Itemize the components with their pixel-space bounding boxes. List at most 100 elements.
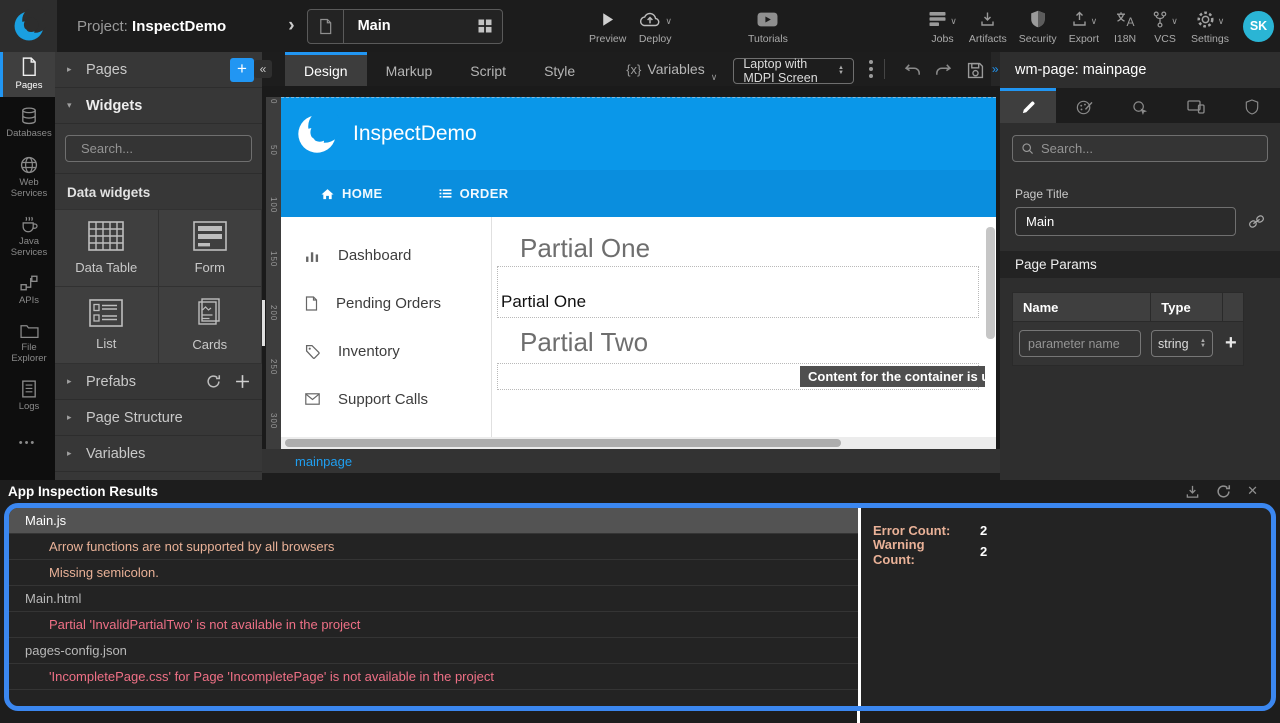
tab-style[interactable]: Style: [525, 52, 594, 86]
hscroll-thumb[interactable]: [285, 439, 841, 447]
deploy-button[interactable]: ∨ Deploy: [632, 0, 678, 52]
editor-area: Design Markup Script Style {x} Variables…: [262, 52, 1000, 473]
tab-security[interactable]: [1224, 88, 1280, 123]
sidebar-item-databases[interactable]: Databases: [0, 102, 55, 146]
export-button[interactable]: ∨ Export: [1063, 0, 1105, 52]
menu-item-pending-orders[interactable]: Pending Orders: [281, 279, 491, 327]
widget-search[interactable]: [65, 135, 252, 162]
nav-item-order[interactable]: ORDER: [439, 186, 509, 201]
sidebar-item-file-explorer[interactable]: File Explorer: [0, 318, 55, 370]
chevron-down-icon: ∨: [711, 72, 718, 83]
param-name-input[interactable]: [1019, 330, 1141, 357]
bind-link-icon[interactable]: [1246, 212, 1266, 231]
panel-resize-handle[interactable]: [262, 300, 265, 346]
expand-right-panel-button[interactable]: »: [991, 52, 1000, 86]
inspection-error-row[interactable]: Partial 'InvalidPartialTwo' is not avail…: [9, 612, 858, 638]
tab-styles[interactable]: [1056, 88, 1112, 123]
more-options-button[interactable]: •••: [0, 437, 55, 449]
log-file-icon: [21, 380, 37, 398]
widget-tile-cards[interactable]: Cards: [159, 287, 263, 364]
partial-one-container[interactable]: Partial One: [497, 266, 979, 318]
properties-search[interactable]: [1012, 135, 1268, 162]
download-icon: [979, 11, 996, 27]
pages-section-header[interactable]: ▸ Pages +: [55, 52, 262, 88]
page-structure-section-header[interactable]: ▸ Page Structure: [55, 400, 262, 436]
tab-events[interactable]: [1112, 88, 1168, 123]
add-page-button[interactable]: +: [230, 58, 254, 82]
tab-devices[interactable]: [1168, 88, 1224, 123]
widget-tile-form[interactable]: Form: [159, 210, 263, 287]
panel-splitter[interactable]: [857, 711, 860, 723]
vcs-button[interactable]: ∨ VCS: [1145, 0, 1185, 52]
shield-outline-icon: [1245, 99, 1259, 115]
prefabs-section-header[interactable]: ▸ Prefabs: [55, 364, 262, 400]
partial-one-text: Partial One: [501, 292, 586, 312]
inspection-warning-row[interactable]: Arrow functions are not supported by all…: [9, 534, 858, 560]
refresh-results-icon[interactable]: [1216, 484, 1231, 499]
tri-right-icon: ▸: [67, 448, 75, 459]
data-table-icon: [88, 221, 124, 251]
updown-arrows-icon: ▲▼: [838, 66, 844, 76]
app-header[interactable]: InspectDemo: [281, 97, 996, 170]
artifacts-button[interactable]: Artifacts: [963, 0, 1013, 52]
collapse-left-panel-button[interactable]: «: [254, 60, 272, 78]
redo-button[interactable]: [935, 63, 953, 78]
page-title-input[interactable]: [1015, 207, 1236, 236]
inspection-file-row[interactable]: Main.js: [9, 508, 858, 534]
breadcrumb-mainpage-link[interactable]: mainpage: [295, 454, 352, 469]
download-results-icon[interactable]: [1185, 484, 1200, 499]
page-params-section-header: Page Params: [1000, 251, 1280, 278]
sidebar-item-logs[interactable]: Logs: [0, 374, 55, 418]
tab-design[interactable]: Design: [285, 52, 367, 86]
tab-script[interactable]: Script: [451, 52, 525, 86]
undo-button[interactable]: [903, 63, 921, 78]
save-button[interactable]: [967, 62, 984, 79]
nav-item-home[interactable]: HOME: [321, 186, 383, 201]
widget-tile-list[interactable]: List: [55, 287, 159, 364]
menu-item-dashboard[interactable]: Dashboard: [281, 231, 491, 279]
menu-item-inventory[interactable]: Inventory: [281, 327, 491, 375]
variables-dropdown[interactable]: {x} Variables ∨: [626, 52, 717, 86]
inspection-error-row[interactable]: 'IncompletePage.css' for Page 'Incomplet…: [9, 664, 858, 690]
sidebar-item-java-services[interactable]: Java Services: [0, 210, 55, 264]
more-menu-button[interactable]: [869, 60, 873, 78]
sidebar-item-web-services[interactable]: Web Services: [0, 151, 55, 205]
inspection-file-row[interactable]: Main.html: [9, 586, 858, 612]
tab-properties[interactable]: [1000, 88, 1056, 123]
add-param-button[interactable]: +: [1225, 332, 1237, 355]
wavemaker-logo[interactable]: [0, 0, 57, 52]
add-prefab-icon[interactable]: [235, 374, 250, 389]
refresh-icon[interactable]: [206, 374, 221, 389]
widgets-section-header[interactable]: ▾ Widgets: [55, 88, 262, 124]
inspection-file-row[interactable]: pages-config.json: [9, 638, 858, 664]
canvas-vertical-scrollbar[interactable]: [986, 227, 995, 339]
jobs-button[interactable]: ∨ Jobs: [922, 0, 963, 52]
device-selector[interactable]: Laptop with MDPI Screen ▲▼: [733, 58, 854, 84]
grid-menu-icon[interactable]: [478, 19, 492, 33]
widget-search-input[interactable]: [81, 141, 257, 156]
sidebar-item-pages[interactable]: Pages: [0, 52, 55, 97]
settings-button[interactable]: ∨ Settings: [1185, 0, 1235, 52]
preview-button[interactable]: Preview: [583, 0, 632, 52]
tri-right-icon: ▸: [67, 376, 75, 387]
design-canvas[interactable]: InspectDemo HOME ORDER: [281, 97, 996, 437]
folder-icon: [20, 323, 39, 339]
param-type-select[interactable]: string ▲▼: [1151, 330, 1213, 357]
tab-markup[interactable]: Markup: [367, 52, 452, 86]
user-avatar[interactable]: SK: [1243, 11, 1274, 42]
tutorials-button[interactable]: Tutorials: [742, 0, 794, 52]
security-button[interactable]: Security: [1013, 0, 1063, 52]
inspection-warning-row[interactable]: Missing semicolon.: [9, 560, 858, 586]
close-panel-icon[interactable]: ✕: [1247, 483, 1258, 499]
chevron-down-icon: ∨: [1171, 16, 1178, 27]
properties-search-input[interactable]: [1041, 141, 1259, 156]
open-page-tab[interactable]: Main: [307, 9, 503, 44]
search-icon: [1021, 142, 1034, 155]
home-icon: [321, 188, 334, 200]
widget-tile-data-table[interactable]: Data Table: [55, 210, 159, 287]
variables-section-header[interactable]: ▸ Variables: [55, 436, 262, 472]
chevron-right-icon[interactable]: ›: [288, 15, 294, 37]
sidebar-item-apis[interactable]: APIs: [0, 269, 55, 313]
menu-item-support-calls[interactable]: Support Calls: [281, 375, 491, 423]
i18n-button[interactable]: A I18N: [1105, 0, 1145, 52]
